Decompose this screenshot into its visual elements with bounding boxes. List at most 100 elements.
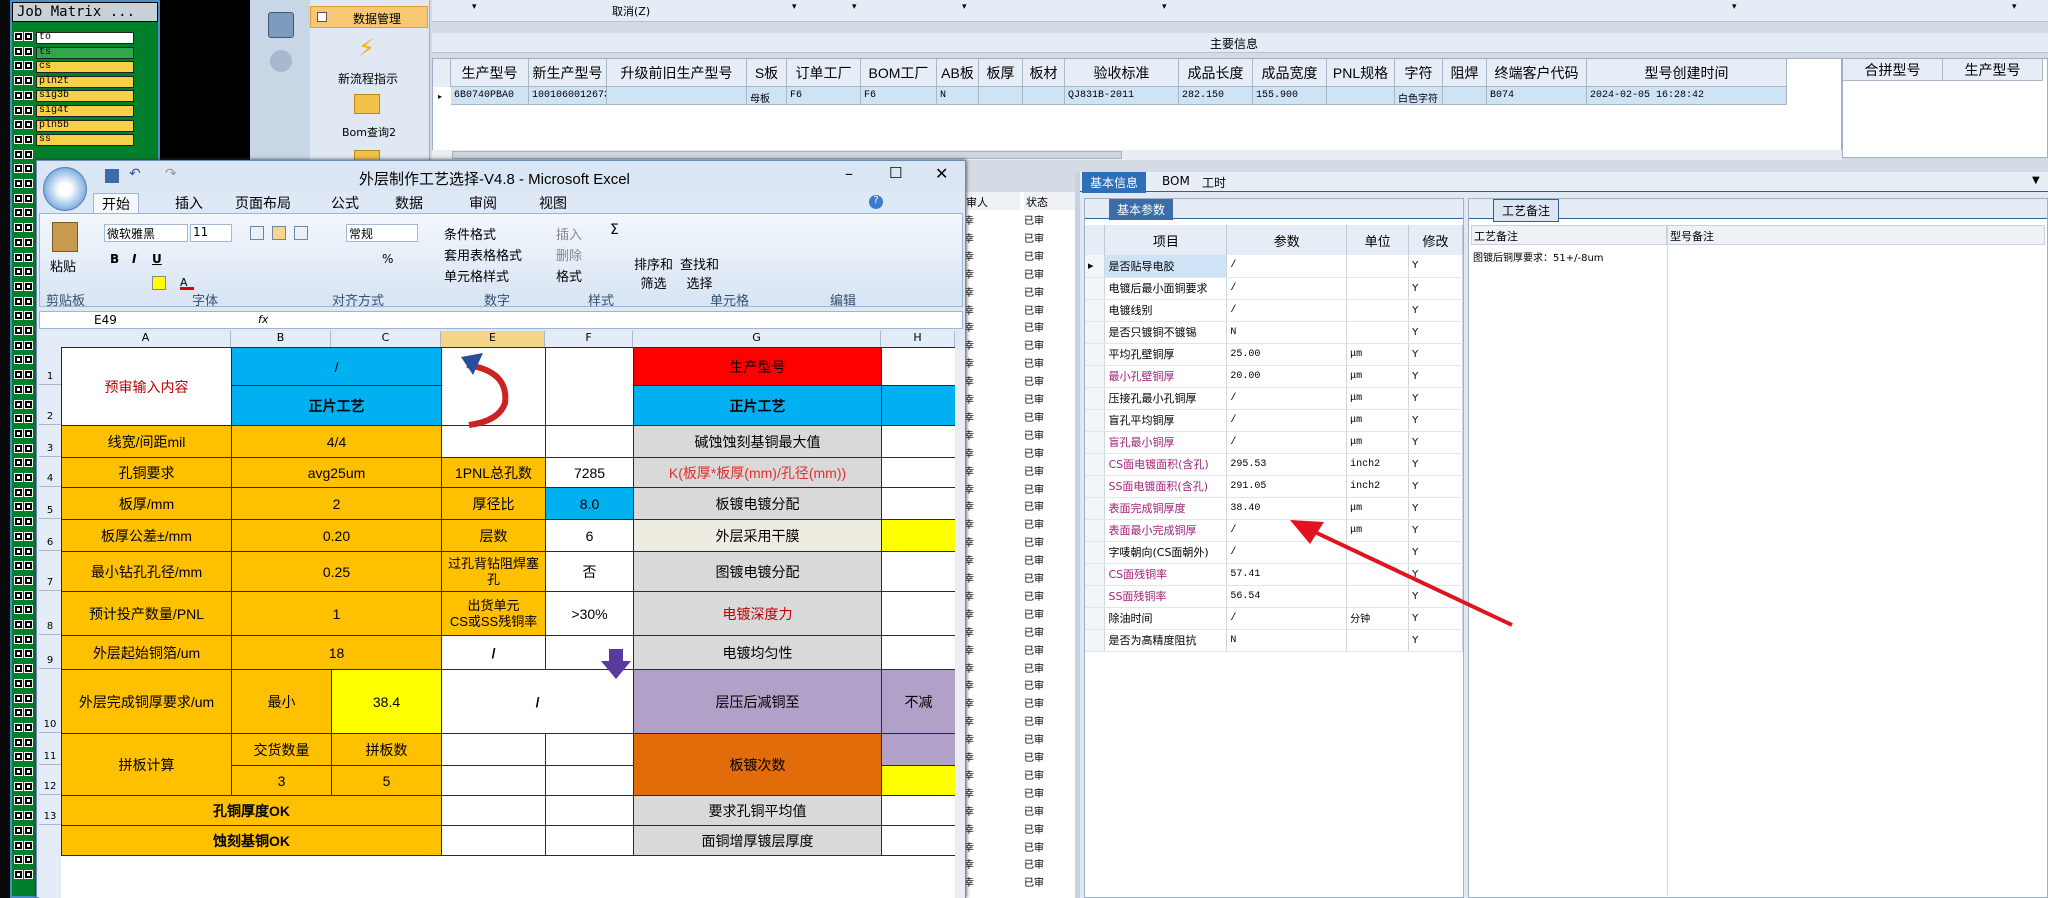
layer-checkbox-icon[interactable] — [24, 649, 33, 659]
cell-r4-a[interactable]: 孔铜要求 — [61, 457, 232, 488]
param-name[interactable]: 除油时间 — [1104, 607, 1228, 630]
layer-checkbox-icon[interactable] — [24, 811, 33, 821]
cell-r10-e[interactable]: / — [441, 669, 635, 734]
layer-item[interactable]: sig4t — [36, 105, 134, 117]
layer-checkbox-icon[interactable] — [14, 752, 23, 762]
combined-col-header[interactable]: 合拼型号 — [1843, 59, 1943, 81]
sum-icon[interactable]: Σ — [610, 222, 619, 238]
find-select-button[interactable]: 查找和 选择 — [680, 254, 719, 292]
layer-checkbox-icon[interactable] — [14, 428, 23, 438]
layer-checkbox-icon[interactable] — [14, 649, 23, 659]
status-value[interactable]: 已审 — [1024, 445, 1044, 460]
layer-checkbox-icon[interactable] — [24, 267, 33, 277]
grid-col-header[interactable]: 生产型号 — [451, 59, 529, 87]
grid-cell-value[interactable]: 白色字符 — [1395, 87, 1443, 105]
dropdown-arrow-icon[interactable]: ▾ — [792, 2, 797, 12]
layer-checkbox-icon[interactable] — [24, 208, 33, 218]
layer-checkbox-icon[interactable] — [14, 575, 23, 585]
cell-empty[interactable] — [545, 733, 635, 766]
layer-checkbox-icon[interactable] — [24, 355, 33, 365]
layer-checkbox-icon[interactable] — [24, 281, 33, 291]
dropdown-arrow-icon[interactable]: ▾ — [1162, 2, 1167, 12]
nav-item-data-mgmt[interactable]: 数据管理 — [310, 6, 428, 28]
layer-checkbox-icon[interactable] — [24, 737, 33, 747]
grid-cell-value[interactable]: 282.150 — [1179, 87, 1253, 105]
dropdown-arrow-icon[interactable]: ▾ — [852, 2, 857, 12]
layer-checkbox-icon[interactable] — [24, 223, 33, 233]
layer-checkbox-icon[interactable] — [24, 32, 33, 41]
layer-checkbox-icon[interactable] — [14, 531, 23, 541]
layer-checkbox-icon[interactable] — [24, 590, 33, 600]
cell-empty[interactable] — [545, 425, 635, 458]
maximize-button[interactable]: ☐ — [889, 164, 902, 182]
layer-checkbox-icon[interactable] — [24, 546, 33, 556]
layer-checkbox-icon[interactable] — [24, 90, 33, 100]
status-value[interactable]: 已审 — [1024, 337, 1044, 352]
job-matrix-title[interactable]: Job Matrix ... — [12, 2, 158, 22]
cell-r2-b[interactable]: 正片工艺 — [230, 385, 443, 426]
grid-col-header[interactable]: AB板 — [937, 59, 979, 87]
param-name[interactable]: CS面残铜率 — [1104, 563, 1228, 586]
chevron-down-icon[interactable]: ▼ — [2032, 175, 2040, 186]
layer-checkbox-icon[interactable] — [24, 752, 33, 762]
row-header[interactable]: 12 — [39, 765, 61, 795]
grid-cell-value[interactable]: 10010600126735 — [529, 87, 607, 105]
cell-r9-a[interactable]: 外层起始铜箔/um — [61, 635, 232, 670]
layer-checkbox-icon[interactable] — [24, 620, 33, 629]
param-value[interactable]: / — [1226, 409, 1348, 432]
col-header[interactable]: C — [331, 331, 441, 347]
cell-r6-g[interactable]: 外层采用干膜 — [633, 519, 883, 552]
grid-cell-value[interactable]: 6B0740PBA0 — [451, 87, 529, 105]
param-value[interactable]: / — [1226, 255, 1348, 278]
undo-icon[interactable]: ↶ — [129, 166, 141, 182]
row-header[interactable]: 9 — [39, 635, 61, 669]
dropdown-arrow-icon[interactable]: ▾ — [1732, 2, 1737, 12]
status-value[interactable]: 已审 — [1024, 624, 1044, 639]
status-value[interactable]: 已审 — [1024, 642, 1044, 657]
status-value[interactable]: 已审 — [1024, 302, 1044, 317]
nav-item-new-flow[interactable]: 新流程指示 — [338, 70, 398, 87]
cell-empty[interactable] — [441, 733, 547, 766]
db-icon[interactable] — [270, 50, 292, 72]
param-name[interactable]: 最小孔壁铜厚 — [1104, 365, 1228, 388]
grid-col-header[interactable]: 字符 — [1395, 59, 1443, 87]
format-cells-button[interactable]: 格式 — [556, 266, 582, 285]
layer-checkbox-icon[interactable] — [14, 546, 23, 556]
col-header[interactable]: F — [545, 331, 633, 347]
grid-col-header[interactable]: 终端客户代码 — [1487, 59, 1587, 87]
grid-col-header[interactable]: BOM工厂 — [861, 59, 937, 87]
cell-r14-g[interactable]: 面铜增厚镀层厚度 — [633, 825, 883, 856]
layer-checkbox-icon[interactable] — [24, 134, 33, 144]
cell-empty[interactable] — [881, 385, 955, 426]
param-name[interactable]: 表面最小完成铜厚 — [1104, 519, 1228, 542]
cell-r9-g[interactable]: 电镀均匀性 — [633, 635, 883, 670]
param-name[interactable]: 盲孔最小铜厚 — [1104, 431, 1228, 454]
param-row[interactable]: 平均孔壁铜厚 25.00 μm Y — [1085, 343, 1463, 366]
save-icon[interactable] — [105, 169, 119, 183]
layer-checkbox-icon[interactable] — [24, 46, 33, 56]
cell-r8-b[interactable]: 1 — [230, 591, 443, 636]
param-value[interactable]: N — [1226, 321, 1348, 344]
cell-empty[interactable] — [881, 733, 955, 766]
fill-color-icon[interactable] — [152, 276, 166, 290]
param-name[interactable]: 压接孔最小孔铜厚 — [1104, 387, 1228, 410]
cell-r6-a[interactable]: 板厚公差±/mm — [61, 519, 232, 552]
vertical-scrollbar[interactable] — [955, 351, 965, 898]
layer-checkbox-icon[interactable] — [24, 326, 33, 335]
status-value[interactable]: 已审 — [1024, 409, 1044, 424]
layer-checkbox-icon[interactable] — [14, 561, 23, 571]
cell-empty[interactable] — [441, 825, 547, 856]
col-header[interactable]: G — [633, 331, 881, 347]
grid-cell-value[interactable]: 155.900 — [1253, 87, 1327, 105]
cell-r6-e[interactable]: 层数 — [441, 519, 547, 552]
param-name[interactable]: SS面电镀面积(含孔) — [1104, 475, 1228, 498]
status-value[interactable]: 已审 — [1024, 266, 1044, 281]
param-mod[interactable]: Y — [1408, 431, 1463, 454]
cell-r11-c[interactable]: 拼板数 — [330, 733, 443, 766]
cell-empty[interactable] — [881, 765, 955, 796]
row-header[interactable]: 6 — [39, 519, 61, 551]
cell-empty[interactable] — [441, 795, 547, 826]
cell-r1-label[interactable]: 预审输入内容 — [61, 347, 232, 426]
param-mod[interactable]: Y — [1408, 409, 1463, 432]
cell-r10-a[interactable]: 外层完成铜厚要求/um — [61, 669, 232, 734]
